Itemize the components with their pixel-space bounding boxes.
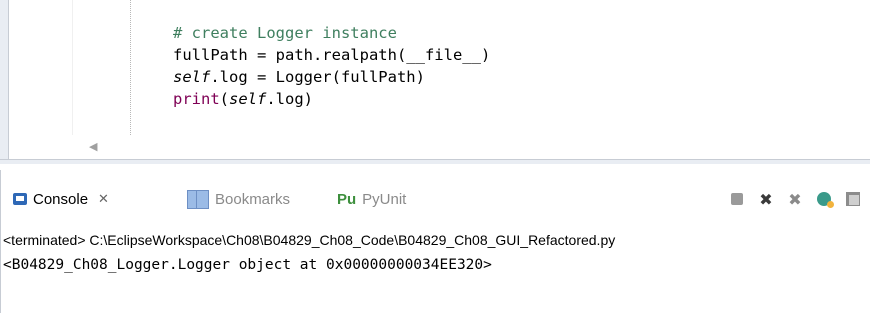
code-editor[interactable]: # create Logger instance fullPath = path.… bbox=[0, 0, 870, 164]
line-number-gutter bbox=[9, 0, 71, 135]
code-token-plain: fullPath = path.realpath(__file__) bbox=[173, 46, 491, 64]
close-icon[interactable]: ✕ bbox=[98, 191, 109, 207]
console-status: <terminated> C:\EclipseWorkspace\Ch08\B0… bbox=[3, 232, 616, 248]
editor-frame-border bbox=[0, 0, 9, 163]
horizontal-scrollbar[interactable]: ◀ bbox=[9, 135, 870, 159]
editor-ruler bbox=[72, 0, 73, 135]
code-text[interactable]: # create Logger instance fullPath = path.… bbox=[173, 22, 490, 110]
code-token-plain: .log) bbox=[266, 90, 314, 108]
view-tab-bar: Console ✕ Bookmarks Pu PyUnit ✖ ✖ bbox=[1, 178, 870, 222]
tab-pyunit-label: PyUnit bbox=[362, 190, 407, 208]
indent-guide bbox=[130, 0, 131, 135]
bookmarks-icon bbox=[187, 189, 209, 209]
clear-console-button[interactable] bbox=[813, 189, 835, 209]
scroll-lock-icon bbox=[846, 192, 860, 206]
code-line[interactable]: fullPath = path.realpath(__file__) bbox=[173, 44, 490, 66]
tab-console-label: Console bbox=[33, 190, 89, 208]
editor-bottom-border bbox=[0, 159, 870, 164]
code-token-plain: .log = Logger(fullPath) bbox=[210, 68, 425, 86]
code-token-builtin: print bbox=[173, 90, 220, 108]
pyunit-icon: Pu bbox=[337, 190, 357, 208]
console-view: Console ✕ Bookmarks Pu PyUnit ✖ ✖ <termi… bbox=[0, 170, 870, 313]
clear-console-icon bbox=[817, 192, 834, 208]
remove-all-terminated-button[interactable]: ✖ bbox=[784, 189, 806, 209]
remove-launch-button[interactable]: ✖ bbox=[755, 189, 777, 209]
console-icon bbox=[13, 193, 27, 205]
scroll-left-icon[interactable]: ◀ bbox=[89, 140, 97, 153]
terminate-button[interactable] bbox=[726, 189, 748, 209]
code-token-self: self bbox=[229, 90, 267, 108]
code-token-plain: ( bbox=[219, 90, 230, 108]
stop-icon bbox=[731, 193, 743, 205]
remove-icon: ✖ bbox=[759, 189, 773, 209]
code-token-comment: # create Logger instance bbox=[173, 24, 397, 42]
code-token-self: self bbox=[173, 68, 211, 86]
tab-pyunit[interactable]: Pu PyUnit bbox=[337, 188, 406, 210]
code-line[interactable]: print(self.log) bbox=[173, 88, 490, 110]
tab-bookmarks[interactable]: Bookmarks bbox=[187, 188, 290, 210]
code-line[interactable]: # create Logger instance bbox=[173, 22, 490, 44]
scroll-lock-button[interactable] bbox=[842, 189, 864, 209]
console-toolbar: ✖ ✖ bbox=[726, 188, 870, 210]
tab-console[interactable]: Console ✕ bbox=[13, 188, 109, 210]
code-line[interactable]: self.log = Logger(fullPath) bbox=[173, 66, 490, 88]
console-output[interactable]: <B04829_Ch08_Logger.Logger object at 0x0… bbox=[3, 257, 492, 279]
remove-all-icon: ✖ bbox=[788, 189, 802, 209]
tab-bookmarks-label: Bookmarks bbox=[215, 190, 291, 208]
